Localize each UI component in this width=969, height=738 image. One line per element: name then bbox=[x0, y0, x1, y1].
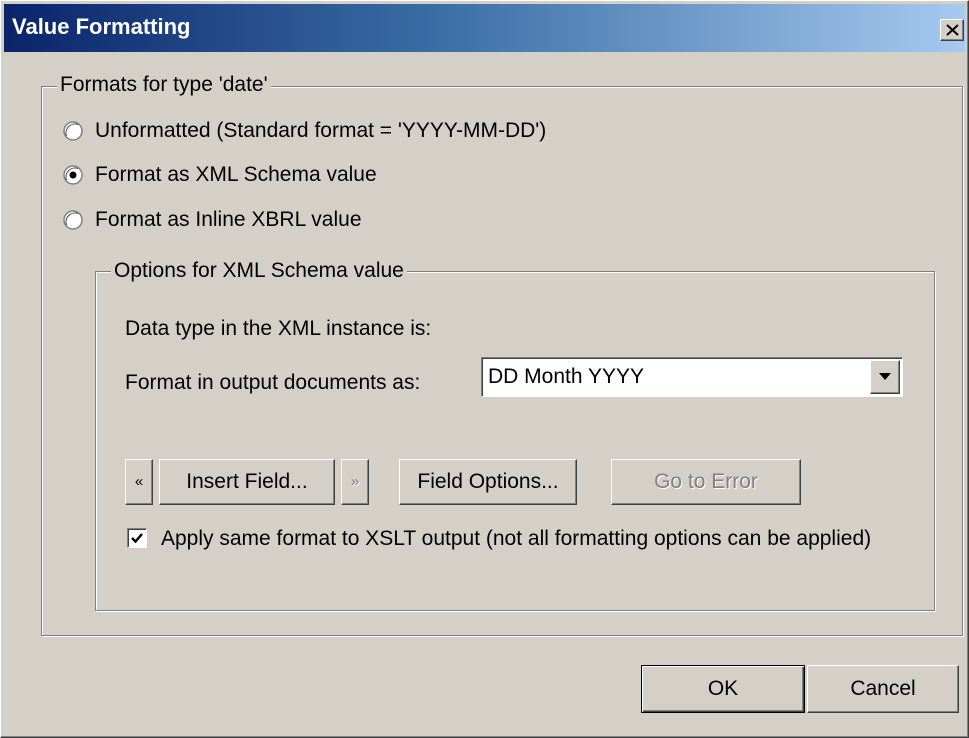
data-type-label: Data type in the XML instance is: bbox=[125, 317, 432, 340]
prev-field-button[interactable]: « bbox=[125, 459, 153, 505]
format-output-label: Format in output documents as: bbox=[125, 371, 421, 394]
ok-label: OK bbox=[707, 677, 739, 700]
options-group-label: Options for XML Schema value bbox=[111, 259, 407, 283]
prev-field-label: « bbox=[134, 473, 144, 490]
radio-unformatted-icon bbox=[63, 121, 83, 141]
chevron-down-icon bbox=[879, 373, 891, 380]
radio-xml-schema-label: Format as XML Schema value bbox=[95, 163, 377, 186]
apply-xslt-checkbox[interactable] bbox=[127, 528, 147, 548]
close-icon bbox=[946, 24, 959, 36]
dialog-title: Value Formatting bbox=[12, 14, 191, 39]
apply-xslt-label: Apply same format to XSLT output (not al… bbox=[161, 527, 872, 550]
ok-button[interactable]: OK bbox=[641, 665, 805, 713]
format-select-value: DD Month YYYY bbox=[488, 365, 645, 388]
title-bar[interactable]: Value Formatting bbox=[4, 4, 965, 52]
format-select[interactable]: DD Month YYYY bbox=[481, 357, 903, 397]
go-to-error-label: Go to Error bbox=[654, 470, 758, 493]
cancel-button[interactable]: Cancel bbox=[807, 665, 959, 713]
radio-inline-xbrl-label: Format as Inline XBRL value bbox=[95, 208, 362, 231]
value-formatting-dialog: Value Formatting Formats for type 'date'… bbox=[0, 0, 969, 738]
field-options-button[interactable]: Field Options... bbox=[399, 459, 577, 505]
close-button[interactable] bbox=[940, 19, 964, 41]
go-to-error-button[interactable]: Go to Error bbox=[611, 459, 801, 505]
insert-field-button[interactable]: Insert Field... bbox=[159, 459, 335, 505]
radio-xml-schema-icon bbox=[63, 165, 83, 185]
radio-unformatted-label: Unformatted (Standard format = 'YYYY-MM-… bbox=[95, 119, 547, 142]
radio-inline-xbrl-icon bbox=[63, 210, 83, 230]
checkmark-icon bbox=[131, 533, 143, 544]
next-field-button[interactable]: » bbox=[341, 459, 369, 505]
insert-field-label: Insert Field... bbox=[186, 470, 308, 493]
formats-group-label: Formats for type 'date' bbox=[57, 73, 271, 97]
format-select-dropdown-button[interactable] bbox=[870, 360, 900, 394]
cancel-label: Cancel bbox=[850, 677, 916, 700]
field-options-label: Field Options... bbox=[417, 470, 559, 493]
next-field-label: » bbox=[350, 473, 360, 490]
